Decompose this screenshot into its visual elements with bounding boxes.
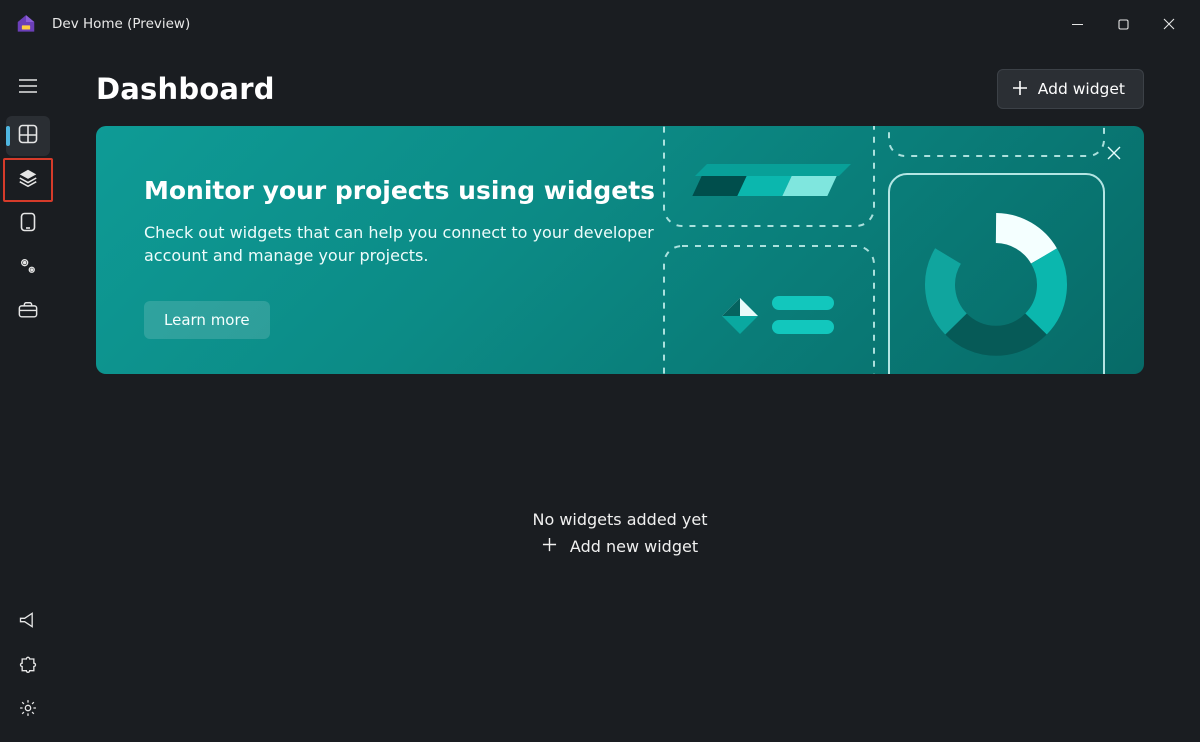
maximize-button[interactable] xyxy=(1100,8,1146,40)
device-icon xyxy=(19,212,37,236)
empty-state-title: No widgets added yet xyxy=(56,510,1184,529)
learn-more-label: Learn more xyxy=(164,311,250,329)
window-controls xyxy=(1054,8,1192,40)
layers-icon xyxy=(17,167,39,193)
plus-icon xyxy=(1012,79,1028,99)
add-widget-label: Add widget xyxy=(1038,80,1125,98)
nav-hamburger-button[interactable] xyxy=(6,66,50,106)
empty-state: No widgets added yet Add new widget xyxy=(56,510,1184,556)
app-title: Dev Home (Preview) xyxy=(52,16,190,32)
banner-headline: Monitor your projects using widgets xyxy=(144,176,1096,205)
briefcase-icon xyxy=(18,301,38,323)
minimize-button[interactable] xyxy=(1054,8,1100,40)
close-icon xyxy=(1107,145,1121,164)
main-content: Dashboard Add widget Monitor your projec… xyxy=(56,60,1184,736)
add-widget-button[interactable]: Add widget xyxy=(997,69,1144,109)
sidebar-item-toolbox[interactable] xyxy=(6,292,50,332)
sidebar-item-extensions[interactable] xyxy=(6,646,50,686)
sidebar-item-utilities[interactable] xyxy=(6,248,50,288)
add-new-widget-button[interactable]: Add new widget xyxy=(542,537,698,556)
sidebar xyxy=(0,60,56,736)
sidebar-item-feedback[interactable] xyxy=(6,602,50,642)
sidebar-item-environments[interactable] xyxy=(6,204,50,244)
banner-body: Check out widgets that can help you conn… xyxy=(144,221,674,267)
sidebar-item-settings[interactable] xyxy=(6,690,50,730)
learn-more-button[interactable]: Learn more xyxy=(144,301,270,339)
dashboard-icon xyxy=(18,124,38,148)
page-header: Dashboard Add widget xyxy=(96,60,1144,118)
info-banner: Monitor your projects using widgets Chec… xyxy=(96,126,1144,374)
add-new-widget-label: Add new widget xyxy=(570,537,698,556)
close-window-button[interactable] xyxy=(1146,8,1192,40)
banner-close-button[interactable] xyxy=(1100,140,1128,168)
page-title: Dashboard xyxy=(96,72,275,106)
plus-icon xyxy=(542,537,557,556)
cogs-icon xyxy=(18,256,38,280)
titlebar: Dev Home (Preview) xyxy=(0,0,1200,48)
app-logo-icon xyxy=(14,12,38,36)
sidebar-item-dashboard[interactable] xyxy=(6,116,50,156)
gear-icon xyxy=(18,698,38,722)
banner-illustration xyxy=(654,126,1144,374)
megaphone-icon xyxy=(18,610,38,634)
sidebar-item-machine-config[interactable] xyxy=(6,160,50,200)
puzzle-icon xyxy=(18,654,38,678)
